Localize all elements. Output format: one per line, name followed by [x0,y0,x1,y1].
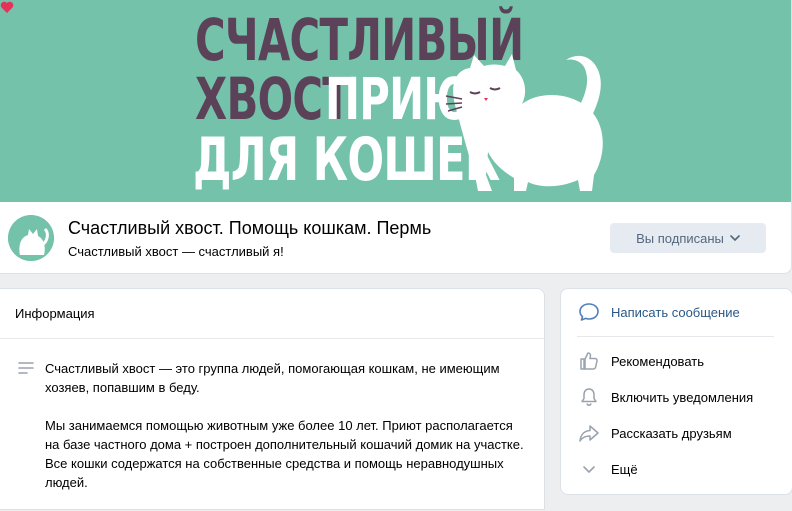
message-icon [577,300,601,324]
description-icon [18,362,34,374]
notifications-label: Включить уведомления [611,389,754,405]
cat-avatar-icon [8,215,54,261]
send-message-label: Написать сообщение [611,304,740,320]
info-card-header: Информация [0,289,544,339]
description-paragraph: Счастливый хвост — это группа людей, пом… [45,361,500,395]
subscribed-button-label: Вы подписаны [636,230,724,246]
group-status: Счастливый хвост — счастливый я! [68,244,284,259]
actions-card: Написать сообщение Рекомендовать Включит… [560,288,792,495]
thumbs-up-icon [577,349,601,373]
cat-illustration [445,54,603,191]
group-title: Счастливый хвост. Помощь кошкам. Пермь [68,218,432,238]
recommend-action[interactable]: Рекомендовать [577,349,704,373]
info-heading: Информация [15,306,95,321]
more-label: Ещё [611,461,638,477]
chevron-down-icon [577,457,601,481]
notifications-action[interactable]: Включить уведомления [577,385,753,409]
share-arrow-icon [577,421,601,445]
info-card: Информация Счастливый хвост — это группа… [0,288,545,510]
chevron-down-icon [730,235,740,241]
bell-icon [577,385,601,409]
group-description: Счастливый хвост — это группа людей, пом… [45,359,525,511]
share-action[interactable]: Рассказать друзьям [577,421,732,445]
recommend-label: Рекомендовать [611,353,704,369]
more-action[interactable]: Ещё [577,457,638,481]
group-avatar[interactable] [8,215,54,261]
group-header: Счастливый хвост. Помощь кошкам. Пермь С… [0,203,791,273]
send-message-action[interactable]: Написать сообщение [577,300,740,324]
group-cover: СЧАСТЛИВЫЙ ХВОСТ ПРИЮТ ДЛЯ КОШЕК [0,0,791,202]
share-label: Рассказать друзьям [611,425,732,441]
subscribed-button[interactable]: Вы подписаны [610,223,766,253]
actions-divider [577,336,774,337]
description-paragraph: Мы занимаемся помощью животным уже более… [45,418,524,490]
group-header-card: СЧАСТЛИВЫЙ ХВОСТ ПРИЮТ ДЛЯ КОШЕК Счастли… [0,0,792,274]
